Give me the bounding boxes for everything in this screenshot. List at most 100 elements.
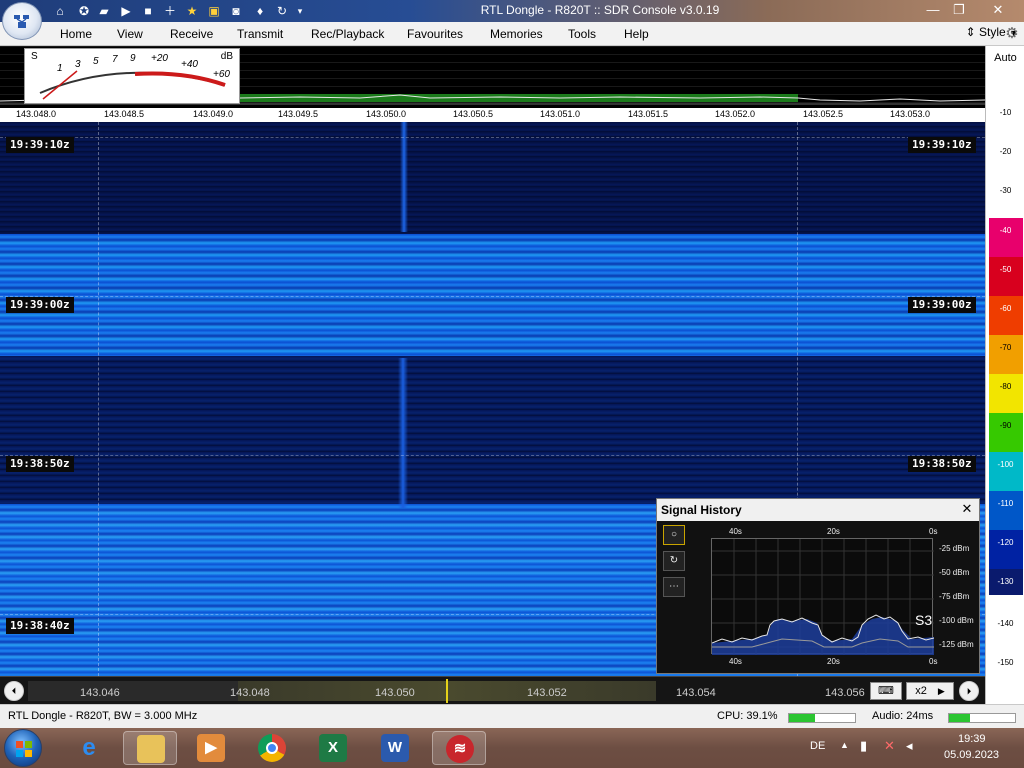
status-bar: RTL Dongle - R820T, BW = 3.000 MHz CPU: … (0, 704, 1024, 728)
db-label: -130 (997, 577, 1014, 586)
close-icon[interactable]: ✕ (959, 501, 975, 517)
internet-explorer-icon[interactable]: e (62, 731, 116, 765)
scroll-left-icon[interactable]: ⏴ (4, 681, 24, 701)
frequency-navigator[interactable]: ⏴ 143.046 143.048 143.050 143.052 143.05… (0, 676, 985, 704)
cpu-status: CPU: 39.1% (717, 710, 778, 722)
settings-gear-icon[interactable]: ⚙ (1003, 24, 1021, 42)
media-player-icon[interactable]: ▶ (184, 731, 238, 765)
timestamp-label: 19:39:00z (6, 297, 74, 313)
volume-tray-icon[interactable]: ◂ (906, 738, 913, 754)
freq-label: 143.052.0 (715, 109, 756, 119)
play-icon[interactable]: ▶ (118, 3, 134, 19)
menu-tools[interactable]: Tools (568, 27, 596, 41)
menu-home[interactable]: Home (60, 27, 92, 41)
smeter-tick: 9 (130, 53, 136, 64)
menu-transmit[interactable]: Transmit (237, 27, 283, 41)
db-label: -60 (999, 304, 1012, 313)
db-color-band (989, 374, 1023, 413)
smeter-tick: 5 (93, 56, 99, 67)
panel-title: Signal History (661, 503, 742, 517)
menu-receive[interactable]: Receive (170, 27, 213, 41)
star-icon[interactable]: ★ (184, 3, 200, 19)
db-color-band (989, 530, 1023, 569)
audio-status: Audio: 24ms (872, 710, 934, 722)
level-axis-label: -100 dBm (939, 616, 974, 625)
lifebuoy-icon[interactable]: ✪ (76, 3, 92, 19)
tuning-marker[interactable] (446, 679, 448, 703)
taskbar: e ▶ X W ≋ DE ▲ ▮ ✕ ◂ 19:39 05.09.2023 (0, 728, 1024, 768)
nav-freq-label: 143.048 (230, 687, 270, 699)
start-button[interactable] (4, 729, 42, 767)
zoom-button[interactable]: x2 ▶ (906, 682, 954, 700)
db-scale[interactable]: Auto -10 -20 -30 -40 -50 -60 -70 -80 -90… (985, 46, 1024, 708)
level-axis-label: -25 dBm (939, 544, 970, 553)
db-color-band (989, 257, 1023, 296)
s-meter: S dB 1 3 5 7 9 +20 +40 +60 (24, 48, 240, 104)
show-hidden-icons-icon[interactable]: ▲ (840, 740, 849, 750)
db-label: -120 (997, 538, 1014, 547)
time-axis-label: 0s (929, 527, 938, 536)
more-icon[interactable]: ⋯ (663, 577, 685, 597)
db-label: -40 (999, 226, 1012, 235)
drop-icon[interactable]: ♦ (252, 3, 268, 19)
swap-icon: ⇕ (965, 25, 976, 39)
timestamp-label: 19:38:40z (6, 618, 74, 634)
app-menu-icon (14, 15, 29, 28)
maximize-icon[interactable]: ❐ (948, 1, 970, 19)
word-icon[interactable]: W (368, 731, 422, 765)
signal-trace (398, 358, 408, 508)
freq-label: 143.048.5 (104, 109, 145, 119)
smeter-tick: +40 (181, 59, 198, 70)
desktop: ⌂ ✪ ▰ ▶ ■ ＋ ★ ▣ ◙ ♦ ↻ ▾ RTL Dongle - R82… (0, 0, 1024, 768)
time-axis-label: 20s (827, 657, 840, 666)
smeter-unit-right: dB (220, 51, 233, 62)
db-label: -100 (997, 460, 1014, 469)
minimize-icon[interactable]: — (922, 1, 944, 19)
db-label: -70 (999, 343, 1012, 352)
close-icon[interactable]: ✕ (986, 1, 1010, 19)
freq-label: 143.051.0 (540, 109, 581, 119)
network-tray-icon[interactable]: ✕ (884, 738, 895, 754)
style-label: Style (979, 25, 1006, 39)
arrow-right-icon: ▶ (937, 686, 945, 696)
auto-scale-button[interactable]: Auto (986, 52, 1024, 64)
level-axis-label: -125 dBm (939, 640, 974, 649)
customize-icon[interactable]: ▾ (292, 3, 308, 19)
input-language[interactable]: DE (810, 740, 825, 752)
timestamp-label: 19:39:10z (908, 137, 976, 153)
clock-time[interactable]: 19:39 (958, 733, 986, 745)
add-icon[interactable]: ＋ (162, 3, 178, 19)
chrome-icon[interactable] (245, 731, 299, 765)
stop-icon[interactable]: ■ (140, 3, 156, 19)
app-menu-orb[interactable] (2, 2, 42, 40)
smeter-tick: 3 (75, 59, 81, 70)
timestamp-label: 19:38:50z (6, 456, 74, 472)
keyboard-icon[interactable]: ⌨ (870, 682, 902, 700)
excel-icon[interactable]: X (306, 731, 360, 765)
camera-icon[interactable]: ◙ (228, 3, 244, 19)
scroll-right-icon[interactable]: ⏵ (959, 681, 979, 701)
menu-rec-playback[interactable]: Rec/Playback (311, 27, 384, 41)
frequency-scale[interactable]: 143.048.0 143.048.5 143.049.0 143.049.5 … (0, 108, 985, 122)
home-icon[interactable]: ⌂ (52, 3, 68, 19)
sync-icon[interactable]: ↻ (274, 3, 290, 19)
menu-favourites[interactable]: Favourites (407, 27, 463, 41)
time-axis-label: 40s (729, 527, 742, 536)
folder-icon[interactable]: ▰ (96, 3, 112, 19)
menu-help[interactable]: Help (624, 27, 649, 41)
signal-history-plot[interactable] (711, 538, 935, 655)
refresh-icon[interactable]: ↻ (663, 551, 685, 571)
windows-logo-icon (16, 741, 32, 757)
circle-icon[interactable]: ○ (663, 525, 685, 545)
lock-icon[interactable]: ▣ (206, 3, 222, 19)
db-label: -140 (997, 619, 1014, 628)
time-axis-label: 0s (929, 657, 938, 666)
menu-memories[interactable]: Memories (490, 27, 543, 41)
file-explorer-icon[interactable] (123, 731, 177, 765)
sdr-console-icon[interactable]: ≋ (432, 731, 486, 765)
clock-date[interactable]: 05.09.2023 (944, 749, 999, 761)
nav-freq-label: 143.054 (676, 687, 716, 699)
device-tray-icon[interactable]: ▮ (860, 738, 867, 754)
db-color-band (989, 452, 1023, 491)
menu-view[interactable]: View (117, 27, 143, 41)
